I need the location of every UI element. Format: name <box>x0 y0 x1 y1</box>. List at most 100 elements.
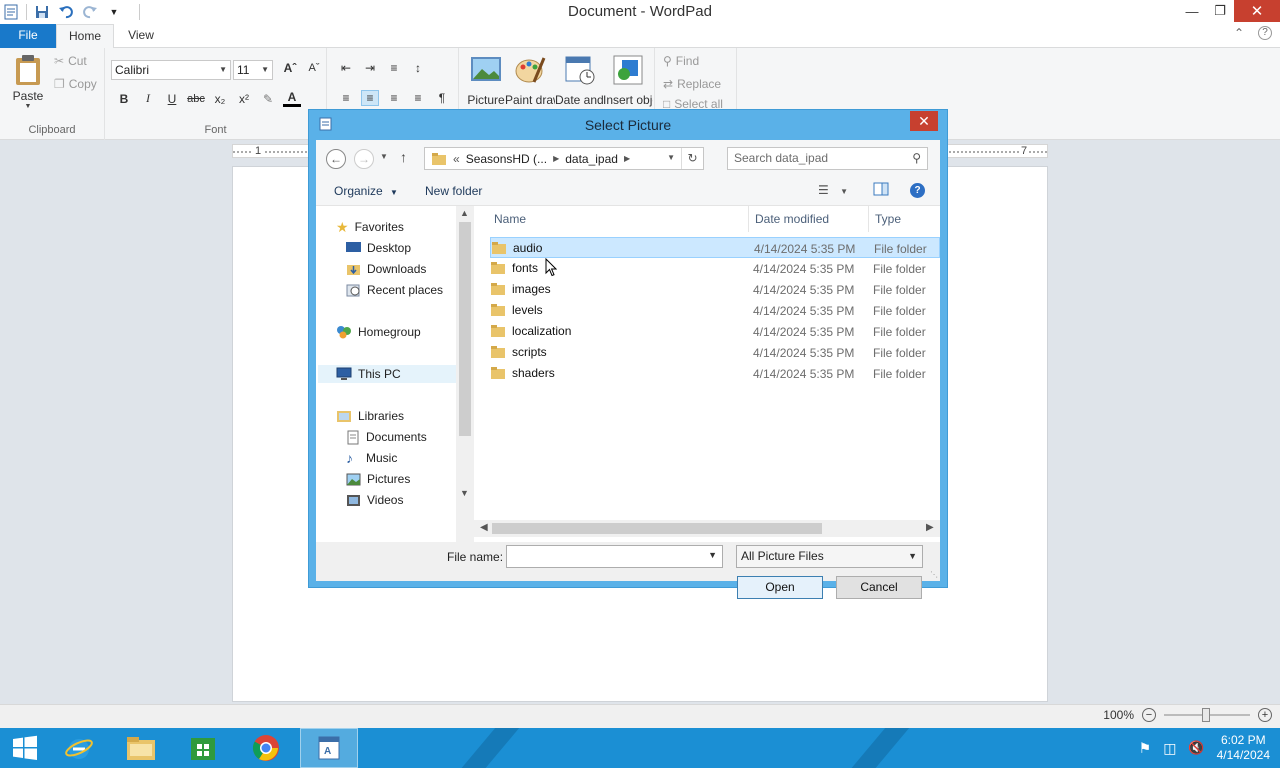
tab-file[interactable]: File <box>0 24 56 48</box>
nav-homegroup[interactable]: Homegroup <box>336 323 421 341</box>
replace-button[interactable]: ⇄ Replace <box>663 77 721 91</box>
line-spacing-icon[interactable]: ↕ <box>409 61 427 75</box>
date-time-button[interactable]: Date and time <box>555 54 605 107</box>
zoom-in-button[interactable]: + <box>1258 708 1272 722</box>
column-header-name[interactable]: Name <box>494 212 526 226</box>
help-button[interactable]: ? <box>910 182 925 198</box>
network-icon[interactable]: ◫ <box>1163 740 1176 757</box>
dialog-close-button[interactable]: ✕ <box>910 111 938 131</box>
bullets-icon[interactable]: ≡ <box>385 61 403 75</box>
file-row[interactable]: localization 4/14/2024 5:35 PM File fold… <box>490 321 940 342</box>
column-header-date[interactable]: Date modified <box>755 212 829 226</box>
dialog-title-bar[interactable]: Select Picture ✕ <box>309 110 947 138</box>
file-row[interactable]: audio 4/14/2024 5:35 PM File folder <box>490 237 940 258</box>
paint-drawing-button[interactable]: Paint drawing <box>505 54 555 107</box>
breadcrumb-data-ipad[interactable]: data_ipad <box>565 152 618 166</box>
align-right-icon[interactable]: ≡ <box>385 91 403 105</box>
address-bar[interactable]: « SeasonsHD (... ▶ data_ipad ▶ ▼ ↻ <box>424 147 704 170</box>
nav-pictures[interactable]: Pictures <box>346 470 410 488</box>
nav-videos[interactable]: Videos <box>346 491 403 509</box>
highlight-icon[interactable]: ✎ <box>259 92 277 106</box>
breadcrumb-seasonshd[interactable]: SeasonsHD (... <box>466 152 547 166</box>
file-row[interactable]: shaders 4/14/2024 5:35 PM File folder <box>490 363 940 384</box>
paste-button[interactable]: Paste ▼ <box>8 54 48 110</box>
forward-button[interactable]: → <box>354 149 374 169</box>
scroll-down-arrow-icon[interactable]: ▼ <box>460 488 469 498</box>
column-divider[interactable] <box>868 206 869 232</box>
chevron-down-icon[interactable]: ▼ <box>708 550 717 560</box>
volume-muted-icon[interactable]: 🔇 <box>1188 740 1204 756</box>
preview-pane-button[interactable] <box>873 182 889 199</box>
back-button[interactable]: ← <box>326 149 346 169</box>
minimize-ribbon-chevron-icon[interactable]: ⌃ <box>1234 26 1244 40</box>
tab-view[interactable]: View <box>116 24 166 48</box>
grow-font-icon[interactable]: Aˆ <box>281 61 299 75</box>
nav-recent-places[interactable]: Recent places <box>346 281 443 299</box>
italic-icon[interactable]: I <box>139 91 157 106</box>
font-color-icon[interactable]: A <box>283 90 301 107</box>
align-center-icon[interactable]: ≡ <box>361 90 379 106</box>
file-list-horizontal-scrollbar[interactable]: ◀ ▶ <box>474 520 940 537</box>
address-history-chevron-icon[interactable]: ▼ <box>667 153 675 162</box>
refresh-icon[interactable]: ↻ <box>681 148 703 169</box>
nav-libraries[interactable]: Libraries <box>336 407 404 425</box>
taskbar-store[interactable] <box>174 728 232 768</box>
change-view-button[interactable]: ☰ ▼ <box>818 183 848 197</box>
align-left-icon[interactable]: ≡ <box>337 91 355 105</box>
clock[interactable]: 6:02 PM 4/14/2024 <box>1217 733 1270 763</box>
decrease-indent-icon[interactable]: ⇤ <box>337 61 355 75</box>
find-button[interactable]: ⚲ Find <box>663 54 699 68</box>
tab-home[interactable]: Home <box>56 24 114 49</box>
recent-locations-chevron-icon[interactable]: ▼ <box>380 152 388 161</box>
organize-button[interactable]: Organize ▼ <box>334 184 398 198</box>
search-input[interactable]: Search data_ipad ⚲ <box>727 147 928 170</box>
underline-icon[interactable]: U <box>163 92 181 106</box>
nav-music[interactable]: ♪ Music <box>346 449 397 467</box>
zoom-out-button[interactable]: − <box>1142 708 1156 722</box>
taskbar-wordpad[interactable]: A <box>300 728 358 768</box>
file-row[interactable]: levels 4/14/2024 5:35 PM File folder <box>490 300 940 321</box>
minimize-button[interactable]: — <box>1178 0 1206 22</box>
file-row[interactable]: images 4/14/2024 5:35 PM File folder <box>490 279 940 300</box>
breadcrumb-overflow[interactable]: « <box>453 152 460 166</box>
close-button[interactable]: ✕ <box>1234 0 1280 22</box>
scrollbar-thumb[interactable] <box>459 222 471 436</box>
taskbar-file-explorer[interactable] <box>112 728 170 768</box>
nav-documents[interactable]: Documents <box>346 428 427 446</box>
justify-icon[interactable]: ≡ <box>409 91 427 105</box>
scrollbar-thumb[interactable] <box>492 523 822 534</box>
shrink-font-icon[interactable]: Aˇ <box>305 62 323 74</box>
nav-downloads[interactable]: Downloads <box>346 260 426 278</box>
scroll-up-arrow-icon[interactable]: ▲ <box>460 208 469 218</box>
new-folder-button[interactable]: New folder <box>425 184 482 198</box>
scroll-left-arrow-icon[interactable]: ◀ <box>480 522 488 533</box>
increase-indent-icon[interactable]: ⇥ <box>361 61 379 75</box>
navigation-pane-scrollbar[interactable]: ▲ ▼ <box>456 206 474 542</box>
file-type-filter-select[interactable]: All Picture Files ▼ <box>736 545 923 568</box>
nav-this-pc[interactable]: This PC <box>318 365 456 383</box>
font-size-select[interactable]: 11 ▼ <box>233 60 273 80</box>
nav-favorites[interactable]: ★ Favorites <box>336 218 404 236</box>
open-button[interactable]: Open <box>737 576 823 599</box>
file-row[interactable]: fonts 4/14/2024 5:35 PM File folder <box>490 258 940 279</box>
help-icon[interactable]: ? <box>1258 26 1272 40</box>
restore-button[interactable]: ❐ <box>1206 0 1234 22</box>
subscript-icon[interactable]: x₂ <box>211 92 229 106</box>
paragraph-icon[interactable]: ¶ <box>433 91 451 105</box>
file-row[interactable]: scripts 4/14/2024 5:35 PM File folder <box>490 342 940 363</box>
cancel-button[interactable]: Cancel <box>836 576 922 599</box>
nav-desktop[interactable]: Desktop <box>346 239 411 257</box>
column-header-type[interactable]: Type <box>875 212 901 226</box>
zoom-slider-thumb[interactable] <box>1202 708 1210 722</box>
cut-button[interactable]: ✂ Cut <box>54 54 87 68</box>
copy-button[interactable]: ❐ Copy <box>54 77 97 91</box>
strikethrough-icon[interactable]: abc <box>187 93 205 105</box>
bold-icon[interactable]: B <box>115 92 133 106</box>
taskbar-chrome[interactable] <box>237 728 295 768</box>
file-name-input[interactable]: ▼ <box>506 545 723 568</box>
action-center-flag-icon[interactable]: ⚑ <box>1139 740 1152 757</box>
font-family-select[interactable]: Calibri ▼ <box>111 60 231 80</box>
picture-button[interactable]: Picture <box>461 54 511 107</box>
superscript-icon[interactable]: x² <box>235 92 253 106</box>
scroll-right-arrow-icon[interactable]: ▶ <box>926 522 934 533</box>
